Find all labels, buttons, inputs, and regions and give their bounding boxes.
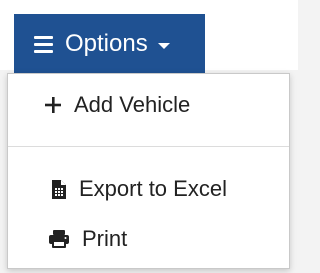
menu-item-add-vehicle[interactable]: Add Vehicle bbox=[8, 88, 289, 122]
options-dropdown-button[interactable]: Options bbox=[14, 14, 205, 74]
menu-item-label: Print bbox=[82, 226, 128, 251]
printer-icon bbox=[48, 229, 70, 249]
menu-item-label: Add Vehicle bbox=[74, 92, 191, 117]
menu-item-label: Export to Excel bbox=[79, 176, 227, 201]
plus-icon bbox=[44, 96, 62, 114]
hamburger-menu-icon bbox=[34, 35, 53, 53]
options-button-label: Options bbox=[65, 30, 148, 57]
menu-divider bbox=[8, 146, 289, 147]
menu-item-print[interactable]: Print bbox=[8, 222, 289, 256]
menu-item-export-to-excel[interactable]: Export to Excel bbox=[8, 172, 289, 206]
caret-down-icon bbox=[157, 42, 170, 49]
options-dropdown-menu: Add Vehicle Export to Excel Print bbox=[7, 73, 290, 269]
page: Options Add Vehicle Export to Excel Prin… bbox=[0, 0, 298, 273]
spreadsheet-file-icon bbox=[51, 179, 67, 200]
